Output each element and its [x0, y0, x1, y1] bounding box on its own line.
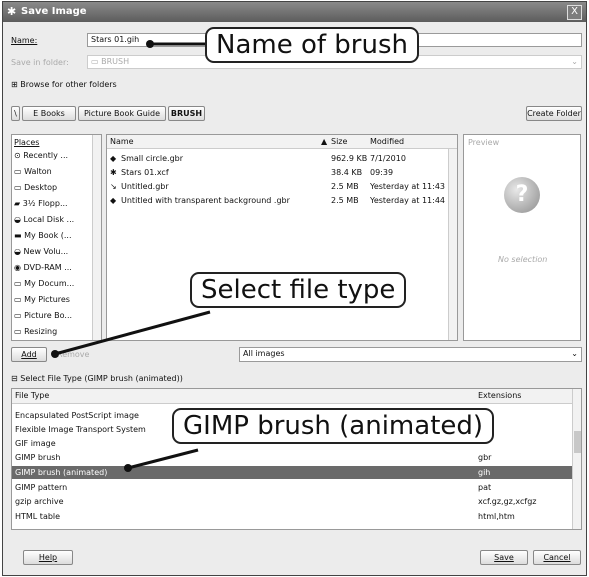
- file-row[interactable]: ↘ Untitled.gbr 2.5 MB Yesterday at 11:43: [107, 180, 447, 193]
- remove-place-button[interactable]: Remove: [57, 350, 89, 359]
- places-item[interactable]: ◒ New Volu...: [14, 245, 68, 258]
- chevron-down-icon: ⌄: [571, 57, 578, 66]
- save-button[interactable]: Save: [480, 550, 528, 565]
- brush-file-icon: ↘: [110, 182, 117, 191]
- places-item[interactable]: ◒ Local Disk ...: [14, 213, 74, 226]
- callout-name-of-brush: Name of brush: [205, 27, 419, 63]
- files-panel: Name ▲ Size Modified ◆ Small circle.gbr …: [106, 134, 458, 341]
- file-row[interactable]: ◆ Small circle.gbr 962.9 KB 7/1/2010: [107, 152, 447, 165]
- preview-header: Preview: [468, 138, 500, 147]
- folder-value: BRUSH: [101, 57, 130, 66]
- places-item[interactable]: ▭ Picture Bo...: [14, 309, 72, 322]
- path-button-picture-book-guide[interactable]: Picture Book Guide: [78, 106, 166, 121]
- file-type-row[interactable]: GIMP pattern pat: [12, 481, 572, 494]
- places-item[interactable]: ▬ My Book (...: [14, 229, 72, 242]
- places-item[interactable]: ◉ DVD-RAM ...: [14, 261, 72, 274]
- callout-gimp-brush-animated: GIMP brush (animated): [172, 408, 495, 444]
- chevron-down-icon: ⌄: [571, 349, 578, 358]
- file-types-scrollbar[interactable]: [572, 389, 581, 529]
- brush-file-icon: ◆: [110, 196, 117, 205]
- file-row[interactable]: ◆ Untitled with transparent background .…: [107, 194, 447, 207]
- brush-file-icon: ◆: [110, 154, 117, 163]
- places-item[interactable]: ▭ My Docum...: [14, 277, 74, 290]
- file-row[interactable]: ✱ Stars 01.xcf 38.4 KB 09:39: [107, 166, 447, 179]
- sort-ascending-icon: ▲: [321, 137, 328, 146]
- places-item[interactable]: ▭ Desktop: [14, 181, 57, 194]
- places-item[interactable]: ▭ Walton: [14, 165, 52, 178]
- places-header: Places: [14, 138, 40, 147]
- file-filter-select[interactable]: All images ⌄: [239, 347, 582, 362]
- files-header: Name ▲ Size Modified: [107, 135, 457, 149]
- question-icon: ?: [504, 177, 540, 213]
- gimp-icon: ✱: [7, 5, 17, 18]
- file-type-expander[interactable]: ⊟ Select File Type (GIMP brush (animated…: [11, 374, 183, 383]
- expander-icon: ⊞: [11, 80, 21, 89]
- browse-label: Browse for other folders: [20, 80, 117, 89]
- preview-panel: Preview ? No selection: [463, 134, 581, 341]
- places-item[interactable]: ▰ 3½ Flopp...: [14, 197, 68, 210]
- scrollbar-thumb[interactable]: [574, 431, 581, 453]
- file-type-row[interactable]: gzip archive xcf.gz,gz,xcfgz: [12, 495, 572, 508]
- close-icon[interactable]: X: [567, 5, 582, 20]
- name-input-value: Stars 01.gih: [91, 35, 140, 44]
- column-extensions[interactable]: Extensions: [478, 391, 521, 400]
- places-item[interactable]: ▭ My Pictures: [14, 293, 70, 306]
- column-name[interactable]: Name: [110, 137, 134, 146]
- places-panel: Places ⊙ Recently ... ▭ Walton ▭ Desktop…: [11, 134, 102, 341]
- cancel-button[interactable]: Cancel: [533, 550, 581, 565]
- places-item[interactable]: ▭ Resizing: [14, 325, 57, 338]
- expander-icon: ⊟: [11, 374, 21, 383]
- add-place-button[interactable]: Add: [11, 347, 47, 362]
- file-type-toggle-label: Select File Type (GIMP brush (animated)): [20, 374, 183, 383]
- column-modified[interactable]: Modified: [370, 137, 404, 146]
- folder-icon: ▭: [91, 57, 102, 66]
- file-type-row[interactable]: GIMP brush gbr: [12, 451, 572, 464]
- file-type-row[interactable]: HTML table html,htm: [12, 510, 572, 523]
- path-button-ebooks[interactable]: E Books: [22, 106, 76, 121]
- help-button[interactable]: Help: [23, 550, 73, 565]
- gimp-file-icon: ✱: [110, 168, 117, 177]
- path-toggle-button[interactable]: \: [11, 106, 20, 121]
- files-scrollbar[interactable]: [448, 149, 457, 340]
- browse-expander[interactable]: ⊞ Browse for other folders: [11, 80, 117, 89]
- places-scrollbar[interactable]: [92, 135, 101, 340]
- path-button-brush[interactable]: BRUSH: [168, 106, 205, 121]
- callout-select-file-type: Select file type: [190, 272, 407, 308]
- no-selection-text: No selection: [498, 255, 548, 264]
- window-title: Save Image: [21, 6, 87, 17]
- create-folder-button[interactable]: Create Folder: [526, 106, 582, 121]
- save-in-folder-label: Save in folder:: [11, 58, 69, 67]
- file-type-row-selected[interactable]: GIMP brush (animated) gih: [12, 466, 572, 479]
- title-bar: ✱ Save Image X: [3, 2, 586, 22]
- column-file-type[interactable]: File Type: [15, 391, 49, 400]
- name-label: Name:: [11, 36, 38, 45]
- column-size[interactable]: Size: [331, 137, 347, 146]
- file-types-header: File Type Extensions: [12, 389, 581, 404]
- places-item[interactable]: ⊙ Recently ...: [14, 149, 68, 162]
